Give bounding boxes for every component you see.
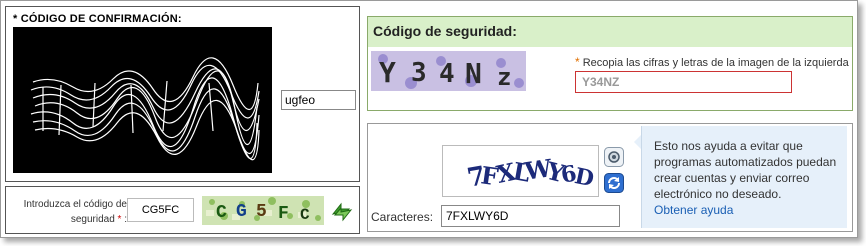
- confirmation-code-panel: * CÓDIGO DE CONFIRMACIÓN: ugfeo: [5, 6, 360, 182]
- panel-title: * CÓDIGO DE CONFIRMACIÓN:: [13, 13, 182, 25]
- security-code-green-panel: Código de seguridad: Y 3 4 N z * Recopia…: [367, 16, 853, 111]
- captcha-char: C: [300, 206, 310, 224]
- audio-icon[interactable]: [604, 147, 624, 167]
- captcha-image: Y 3 4 N z: [371, 51, 526, 91]
- help-bubble: Esto nos ayuda a evitar que programas au…: [641, 126, 847, 228]
- security-code-panel: Introduzca el código de seguridad * : CG…: [5, 186, 360, 234]
- captcha-char: 4: [439, 59, 455, 89]
- captcha-char: G: [236, 202, 247, 222]
- captcha-char: N: [465, 57, 482, 90]
- captcha-char: C: [216, 203, 227, 223]
- panel-header: Código de seguridad:: [368, 17, 852, 47]
- label-line-1: Introduzca el código de: [23, 199, 127, 210]
- get-help-link[interactable]: Obtener ayuda: [654, 202, 844, 218]
- help-text-block: Esto nos ayuda a evitar que programas au…: [654, 138, 844, 218]
- label-line-2: seguridad: [70, 214, 115, 225]
- confirmation-code-input[interactable]: ugfeo: [281, 90, 356, 110]
- instruction-text: * Recopia las cifras y letras de la imag…: [575, 55, 849, 69]
- captcha-char: Y: [379, 56, 396, 89]
- required-mark: *: [575, 55, 580, 69]
- captcha-image: C G 5 F C: [202, 196, 324, 225]
- characters-captcha-panel: 7 F X L W Y 6 D Caracteres: 7FXLWY6D Est…: [367, 123, 853, 232]
- captcha-char: 3: [411, 58, 427, 88]
- panel-title: Código de seguridad:: [373, 23, 517, 39]
- captcha-collage: * CÓDIGO DE CONFIRMACIÓN: ugfeo Introduz…: [0, 0, 858, 238]
- captcha-char: D: [572, 163, 596, 192]
- instruction-label: Recopia las cifras y letras de la imagen…: [582, 57, 849, 69]
- captcha-char: F: [278, 204, 289, 224]
- captcha-char: 5: [256, 202, 267, 222]
- captcha-image: [13, 27, 272, 173]
- security-code-label: Introduzca el código de seguridad * :: [9, 197, 127, 227]
- captcha-char: z: [497, 63, 511, 91]
- security-code-input[interactable]: CG5FC: [127, 198, 194, 222]
- help-text: Esto nos ayuda a evitar que programas au…: [654, 139, 837, 201]
- refresh-arrows-icon[interactable]: [329, 200, 355, 224]
- captcha-image: 7 F X L W Y 6 D: [442, 145, 599, 197]
- characters-label: Caracteres:: [371, 210, 434, 224]
- security-code-input[interactable]: Y34NZ: [575, 71, 792, 93]
- characters-input[interactable]: 7FXLWY6D: [441, 205, 620, 227]
- reload-icon[interactable]: [604, 173, 624, 193]
